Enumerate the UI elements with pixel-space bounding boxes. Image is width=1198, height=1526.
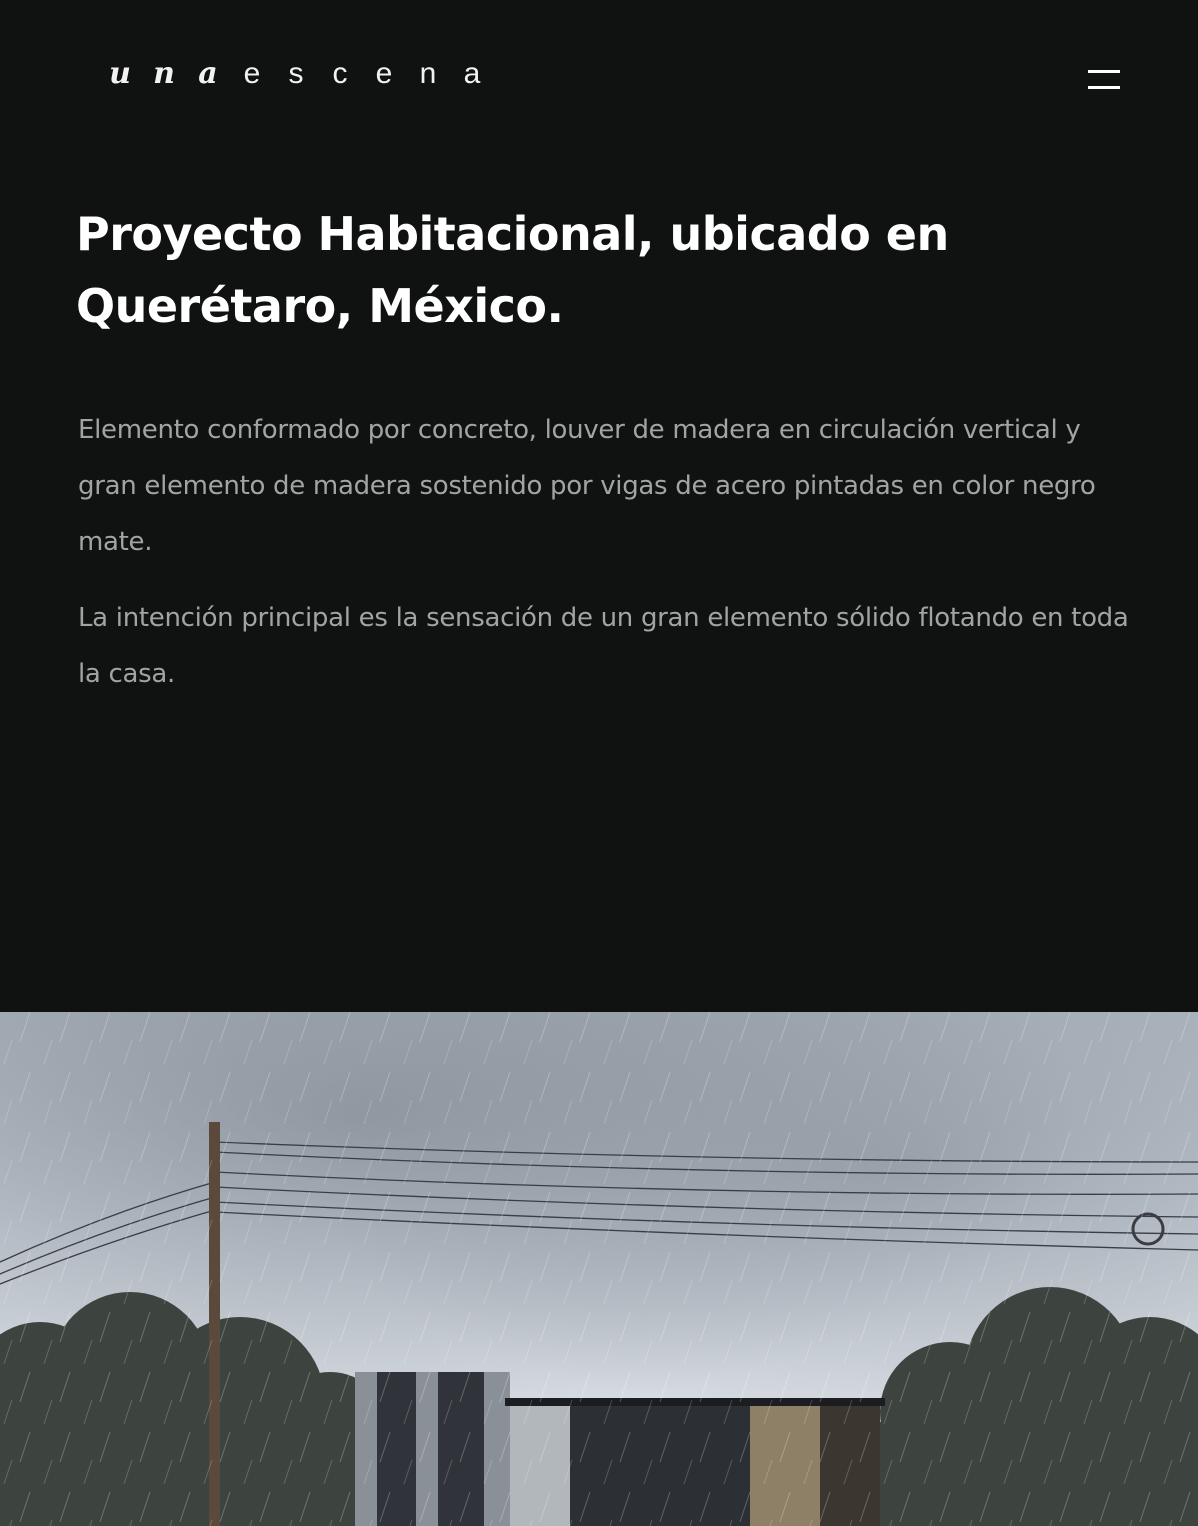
house-render-illustration	[0, 1012, 1198, 1526]
logo-letter: n	[419, 57, 437, 90]
logo-letter: a	[198, 56, 218, 91]
logo-letter: u	[109, 56, 131, 91]
menu-line	[1088, 70, 1120, 73]
site-logo[interactable]: u n a e s c e n a	[98, 56, 494, 92]
project-description-2: La intención principal es la sensación d…	[78, 603, 1129, 689]
rain-overlay	[0, 1012, 1198, 1526]
project-description-1: Elemento conformado por concreto, louver…	[78, 415, 1096, 557]
logo-letter: e	[375, 57, 393, 90]
logo-letter: c	[332, 57, 348, 90]
logo-letter: a	[463, 57, 481, 90]
project-title: Proyecto Habitacional, ubicado en Querét…	[76, 207, 949, 333]
hamburger-menu-icon[interactable]	[1084, 66, 1124, 96]
logo-letter: n	[153, 56, 175, 91]
logo-letter: e	[243, 57, 261, 90]
site-header: u n a e s c e n a	[0, 0, 1198, 150]
project-hero-image	[0, 1012, 1198, 1526]
menu-line	[1088, 86, 1120, 89]
logo-letter: s	[288, 57, 304, 90]
